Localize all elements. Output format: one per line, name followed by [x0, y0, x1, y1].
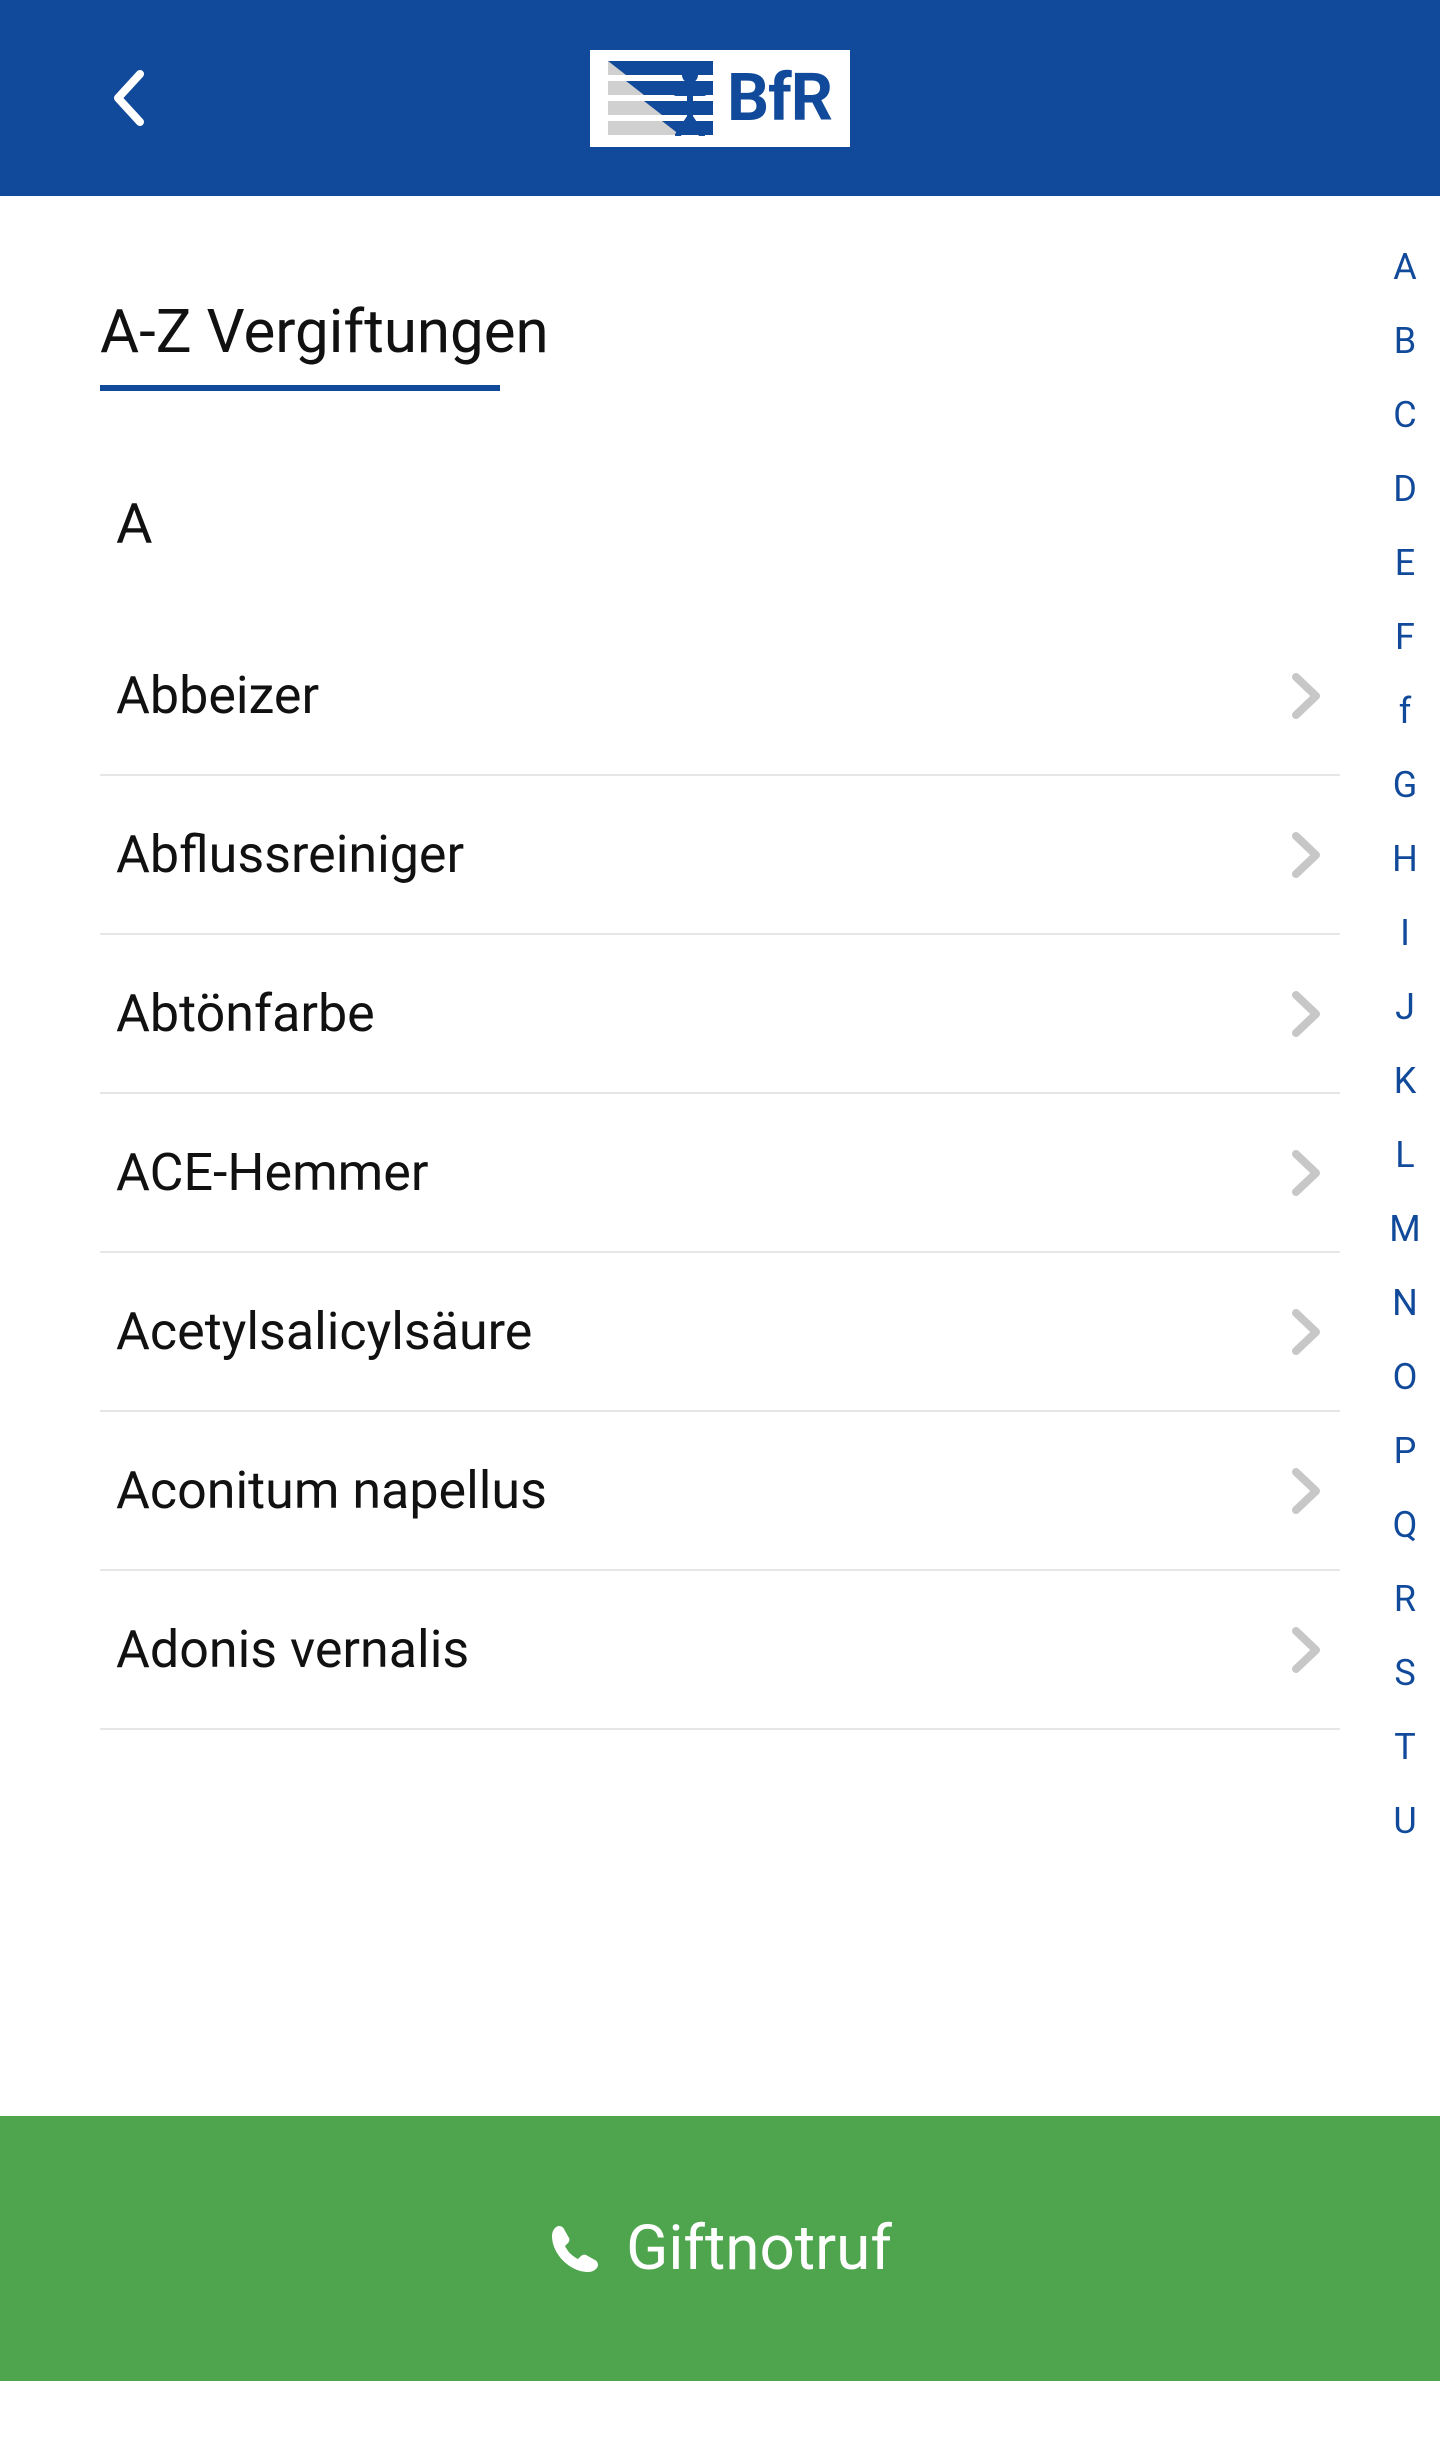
section-letter: A	[100, 491, 1340, 557]
alpha-index: ABCDEFfGHIJKLMNOPQRSTU	[1386, 246, 1424, 1842]
bfr-logo-icon	[608, 61, 713, 136]
alpha-index-letter[interactable]: f	[1386, 690, 1424, 732]
alpha-index-letter[interactable]: L	[1386, 1134, 1424, 1176]
list-item[interactable]: Abbeizer	[100, 617, 1340, 776]
list-item-label: Adonis vernalis	[116, 1619, 469, 1680]
chevron-right-icon	[1290, 989, 1324, 1039]
alpha-index-letter[interactable]: H	[1386, 838, 1424, 880]
emergency-call-button[interactable]: Giftnotruf	[0, 2116, 1440, 2381]
alpha-index-letter[interactable]: P	[1386, 1430, 1424, 1472]
chevron-right-icon	[1290, 830, 1324, 880]
alpha-index-letter[interactable]: O	[1386, 1356, 1424, 1398]
alpha-index-letter[interactable]: T	[1386, 1726, 1424, 1768]
bfr-logo-text: BfR	[727, 60, 832, 137]
alpha-index-letter[interactable]: B	[1386, 320, 1424, 362]
item-list: Abbeizer Abflussreiniger Abtönfarbe ACE-Hem…	[100, 617, 1340, 1730]
alpha-index-letter[interactable]: A	[1386, 246, 1424, 288]
alpha-index-letter[interactable]: N	[1386, 1282, 1424, 1324]
list-item-label: Abflussreiniger	[116, 824, 464, 885]
list-item-label: Abtönfarbe	[116, 983, 375, 1044]
alpha-index-letter[interactable]: E	[1386, 542, 1424, 584]
alpha-index-letter[interactable]: M	[1386, 1208, 1424, 1250]
chevron-right-icon	[1290, 1466, 1324, 1516]
alpha-index-letter[interactable]: C	[1386, 394, 1424, 436]
list-item[interactable]: Abflussreiniger	[100, 776, 1340, 935]
alpha-index-letter[interactable]: K	[1386, 1060, 1424, 1102]
alpha-index-letter[interactable]: U	[1386, 1800, 1424, 1842]
list-item[interactable]: Adonis vernalis	[100, 1571, 1340, 1730]
chevron-left-icon	[110, 68, 150, 128]
chevron-right-icon	[1290, 1148, 1324, 1198]
alpha-index-letter[interactable]: S	[1386, 1652, 1424, 1694]
list-item-label: Acetylsalicylsäure	[116, 1301, 532, 1362]
app-header: BfR	[0, 0, 1440, 196]
alpha-index-letter[interactable]: I	[1386, 912, 1424, 954]
alpha-index-letter[interactable]: F	[1386, 616, 1424, 658]
list-item[interactable]: Aconitum napellus	[100, 1412, 1340, 1571]
bfr-logo: BfR	[590, 50, 850, 147]
phone-icon	[548, 2222, 602, 2276]
alpha-index-letter[interactable]: D	[1386, 468, 1424, 510]
title-underline	[100, 385, 500, 391]
main-content: A-Z Vergiftungen A Abbeizer Abflussreinig…	[0, 196, 1440, 2116]
chevron-right-icon	[1290, 671, 1324, 721]
list-item[interactable]: ACE-Hemmer	[100, 1094, 1340, 1253]
list-item[interactable]: Abtönfarbe	[100, 935, 1340, 1094]
list-item-label: Aconitum napellus	[116, 1460, 547, 1521]
alpha-index-letter[interactable]: J	[1386, 986, 1424, 1028]
emergency-call-label: Giftnotruf	[626, 2212, 892, 2285]
chevron-right-icon	[1290, 1307, 1324, 1357]
page-title: A-Z Vergiftungen	[100, 296, 1340, 367]
alpha-index-letter[interactable]: R	[1386, 1578, 1424, 1620]
list-item-label: ACE-Hemmer	[116, 1142, 428, 1203]
alpha-index-letter[interactable]: Q	[1386, 1504, 1424, 1546]
chevron-right-icon	[1290, 1625, 1324, 1675]
list-item-label: Abbeizer	[116, 665, 319, 726]
alpha-index-letter[interactable]: G	[1386, 764, 1424, 806]
back-button[interactable]	[100, 68, 160, 128]
list-item[interactable]: Acetylsalicylsäure	[100, 1253, 1340, 1412]
